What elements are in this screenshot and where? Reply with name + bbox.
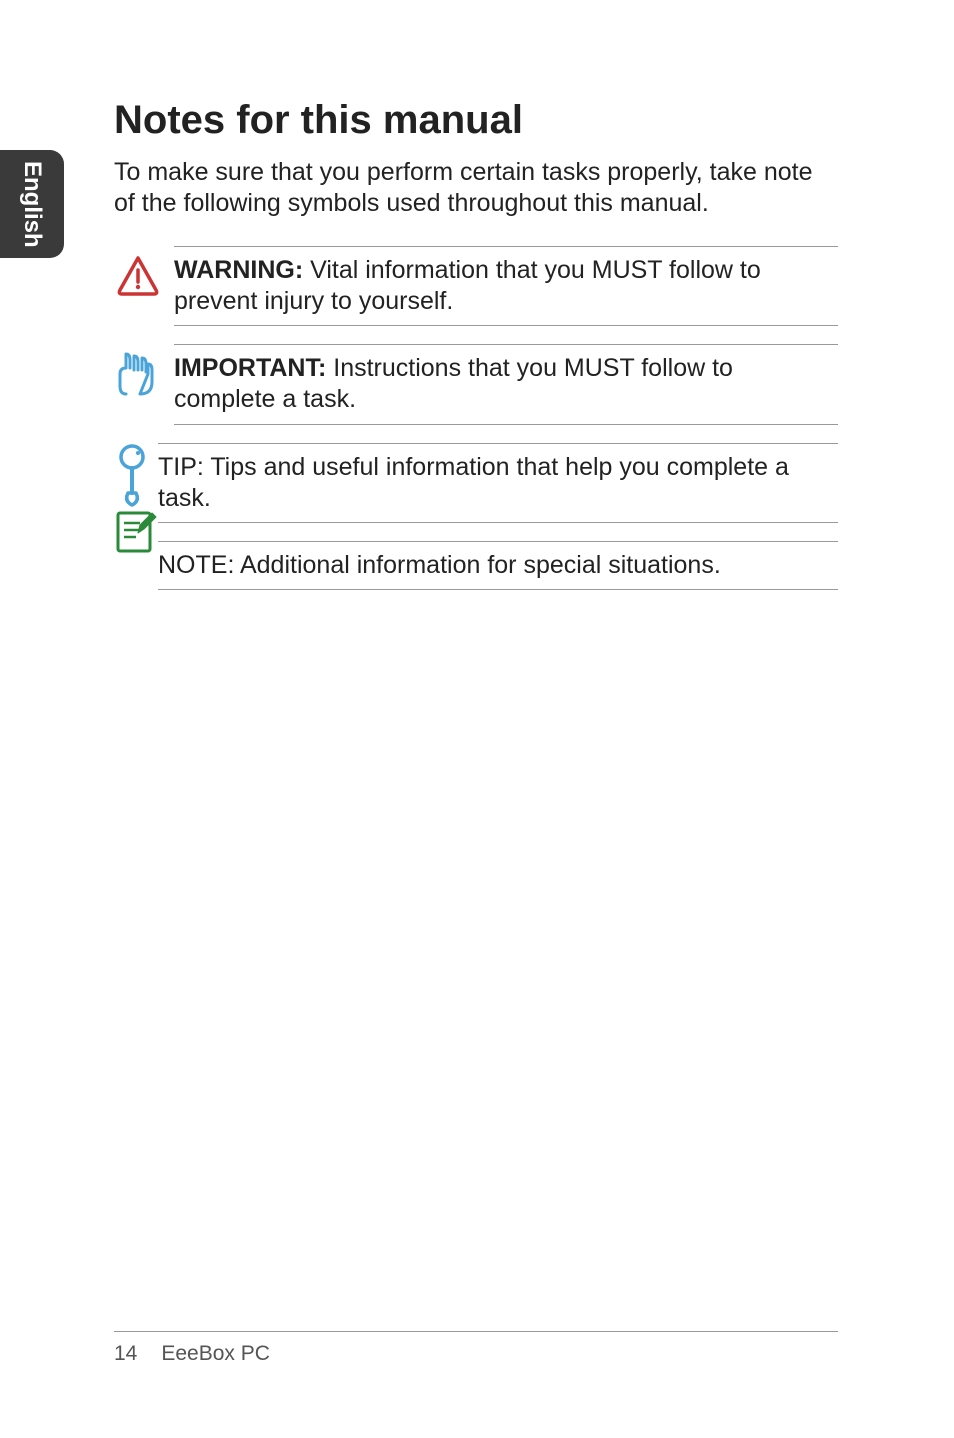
side-tab: English [0, 150, 64, 258]
note-label: NOTE: [158, 551, 234, 579]
warning-text-box: WARNING: Vital information that you MUST… [174, 246, 838, 327]
side-tab-label: English [18, 161, 46, 248]
tip-icon [114, 443, 158, 509]
tip-label: TIP: [158, 453, 204, 481]
important-text: IMPORTANT: Instructions that you MUST fo… [174, 353, 838, 416]
page-footer: 14 EeeBox PC [114, 1331, 838, 1366]
warning-block: WARNING: Vital information that you MUST… [114, 246, 838, 327]
page-title: Notes for this manual [114, 98, 838, 143]
important-icon [114, 344, 174, 400]
important-text-box: IMPORTANT: Instructions that you MUST fo… [174, 344, 838, 425]
warning-label: WARNING: [174, 256, 303, 284]
warning-text: WARNING: Vital information that you MUST… [174, 255, 838, 318]
page-content: Notes for this manual To make sure that … [114, 98, 838, 590]
tip-note-texts: TIP: Tips and useful information that he… [158, 443, 838, 591]
tip-note-icons [114, 443, 158, 591]
intro-paragraph: To make sure that you perform certain ta… [114, 157, 838, 220]
important-block: IMPORTANT: Instructions that you MUST fo… [114, 344, 838, 425]
tip-text-box: TIP: Tips and useful information that he… [158, 443, 838, 524]
tip-note-group: TIP: Tips and useful information that he… [114, 443, 838, 591]
footer-title: EeeBox PC [161, 1342, 270, 1366]
warning-icon [114, 246, 174, 300]
important-label: IMPORTANT: [174, 354, 326, 382]
note-icon [114, 509, 158, 555]
page-number: 14 [114, 1342, 137, 1366]
tip-body: Tips and useful information that help yo… [158, 453, 789, 512]
note-body: Additional information for special situa… [234, 551, 720, 579]
note-text-box: NOTE: Additional information for special… [158, 541, 838, 590]
